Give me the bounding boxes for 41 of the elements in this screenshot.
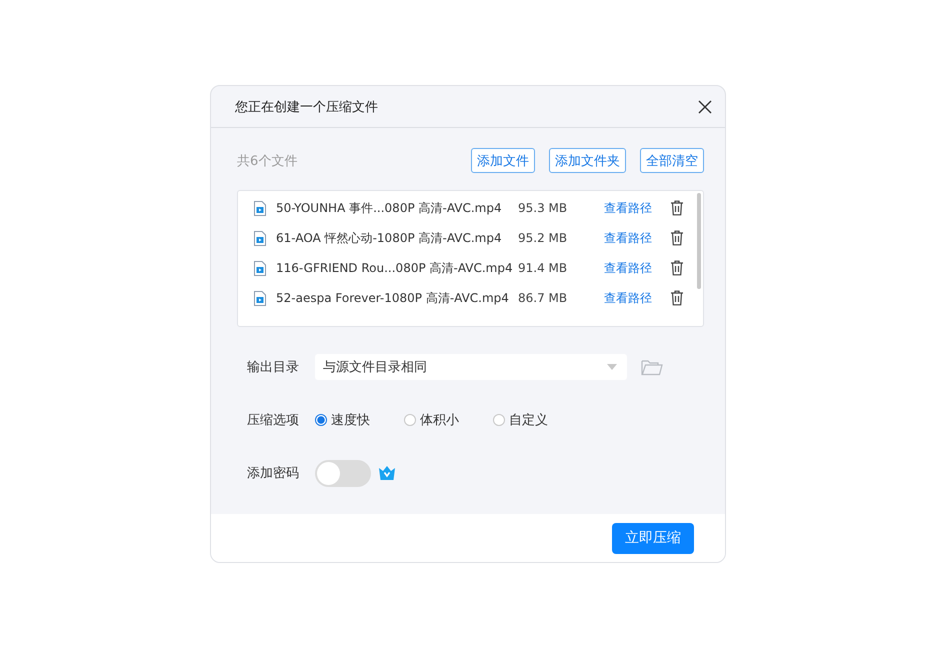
file-name: 52-aespa Forever-1080P 高清-AVC.mp4 xyxy=(276,290,510,306)
password-toggle[interactable] xyxy=(315,460,371,486)
trash-icon[interactable] xyxy=(670,230,684,246)
password-label: 添加密码 xyxy=(247,465,300,482)
action-button[interactable]: 添加文件 xyxy=(471,148,535,173)
crown-icon xyxy=(378,465,396,481)
trash-icon[interactable] xyxy=(670,200,684,216)
file-size: 86.7 MB xyxy=(518,291,568,305)
file-name: 116-GFRIEND Rou...080P 高清-AVC.mp4 xyxy=(276,260,514,276)
radio-circle[interactable] xyxy=(404,414,416,426)
caret-icon xyxy=(607,364,617,370)
trash-icon[interactable] xyxy=(670,260,684,276)
file-size: 95.2 MB xyxy=(518,231,568,245)
video-file-icon xyxy=(254,290,266,306)
radio-option[interactable]: 速度快 xyxy=(315,411,404,429)
video-file-icon xyxy=(254,200,266,216)
view-path-link[interactable]: 查看路径 xyxy=(604,200,670,216)
close-icon[interactable] xyxy=(698,100,712,114)
action-button[interactable]: 全部清空 xyxy=(640,148,704,173)
file-size: 95.3 MB xyxy=(518,201,568,215)
radio-option[interactable]: 体积小 xyxy=(404,411,493,429)
video-file-icon xyxy=(254,260,266,276)
output-label: 输出目录 xyxy=(247,359,300,376)
radio-circle[interactable] xyxy=(315,414,327,426)
trash-icon[interactable] xyxy=(670,290,684,306)
video-file-icon xyxy=(254,230,266,246)
action-button[interactable]: 添加文件夹 xyxy=(549,148,626,173)
view-path-link[interactable]: 查看路径 xyxy=(604,260,670,276)
file-count: 共6个文件 xyxy=(237,152,298,170)
file-size: 91.4 MB xyxy=(518,261,568,275)
scrollbar[interactable] xyxy=(697,193,701,289)
dialog-title: 您正在创建一个压缩文件 xyxy=(235,98,378,116)
view-path-link[interactable]: 查看路径 xyxy=(604,290,670,306)
radio-circle[interactable] xyxy=(493,414,505,426)
compress-button[interactable]: 立即压缩 xyxy=(612,522,694,554)
compression-label: 压缩选项 xyxy=(247,412,300,429)
file-name: 50-YOUNHA 事件...080P 高清-AVC.mp4 xyxy=(276,200,503,216)
output-dropdown[interactable]: 与源文件目录相同 xyxy=(315,354,627,380)
radio-option[interactable]: 自定义 xyxy=(493,411,582,429)
view-path-link[interactable]: 查看路径 xyxy=(604,230,670,246)
file-name: 61-AOA 怦然心动-1080P 高清-AVC.mp4 xyxy=(276,230,503,246)
